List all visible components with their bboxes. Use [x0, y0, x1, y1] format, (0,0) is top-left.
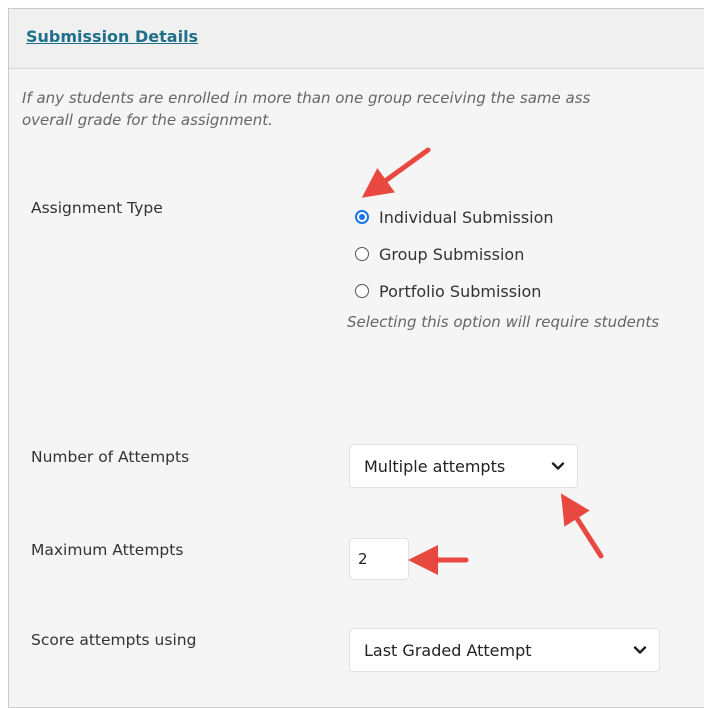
- radio-button[interactable]: [355, 210, 369, 224]
- assignment-type-label: Assignment Type: [31, 199, 163, 217]
- chevron-down-icon: [633, 646, 647, 654]
- radio-button[interactable]: [355, 284, 369, 298]
- radio-label: Individual Submission: [379, 207, 554, 227]
- radio-group-submission[interactable]: Group Submission: [355, 243, 524, 265]
- maximum-attempts-label: Maximum Attempts: [31, 541, 184, 559]
- radio-individual-submission[interactable]: Individual Submission: [355, 206, 554, 228]
- radio-portfolio-submission[interactable]: Portfolio Submission: [355, 280, 541, 302]
- intro-text: If any students are enrolled in more tha…: [22, 87, 704, 131]
- score-attempts-label: Score attempts using: [31, 631, 197, 649]
- maximum-attempts-input[interactable]: 2: [349, 538, 409, 580]
- number-of-attempts-select[interactable]: Multiple attempts: [349, 444, 578, 488]
- radio-button[interactable]: [355, 247, 369, 261]
- radio-label: Group Submission: [379, 244, 525, 264]
- number-of-attempts-label: Number of Attempts: [31, 448, 190, 466]
- intro-line-1: If any students are enrolled in more tha…: [22, 89, 591, 107]
- panel-title[interactable]: Submission Details: [26, 27, 198, 46]
- select-value: Multiple attempts: [364, 456, 506, 476]
- select-value: Last Graded Attempt: [364, 640, 532, 660]
- radio-label: Portfolio Submission: [379, 281, 542, 301]
- chevron-down-icon: [551, 462, 565, 470]
- score-attempts-select[interactable]: Last Graded Attempt: [349, 628, 660, 672]
- portfolio-helper-text: Selecting this option will require stude…: [347, 313, 660, 331]
- panel-header: Submission Details: [9, 9, 704, 69]
- intro-line-2: overall grade for the assignment.: [22, 111, 273, 129]
